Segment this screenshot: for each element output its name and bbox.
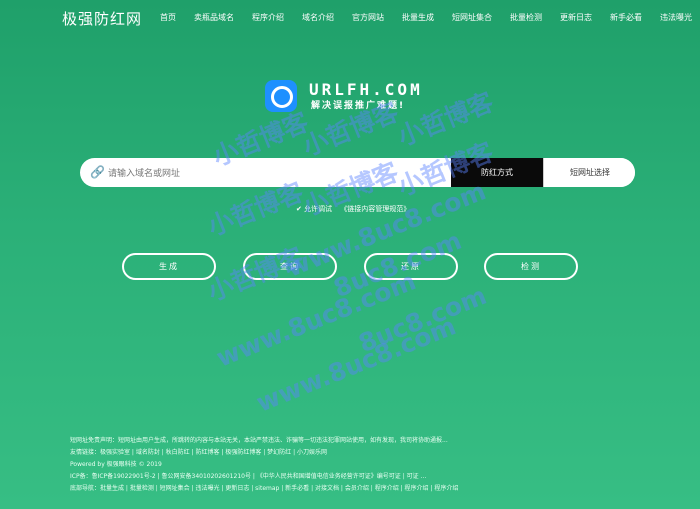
main-nav: 首页 卖瓶品域名 程序介绍 域名介绍 官方网站 批量生成 短网址集合 批量检测 … (160, 12, 700, 23)
content-policy-link[interactable]: 《链接内容管理规范》 (340, 205, 410, 213)
nav-item-domain-intro[interactable]: 域名介绍 (302, 12, 334, 23)
nav-item-newbie[interactable]: 新手必看 (610, 12, 642, 23)
debug-checkbox-label: 允许调试 (304, 205, 332, 213)
generate-button[interactable]: 生成 (122, 253, 216, 280)
restore-button[interactable]: 还原 (364, 253, 458, 280)
logo-subtitle: 解决误报推广难题! (311, 101, 406, 111)
nav-item-batch-detect[interactable]: 批量检测 (510, 12, 542, 23)
query-button[interactable]: 查询 (243, 253, 337, 280)
footer-friend-links[interactable]: 友情链接：极强实验室 | 域名防封 | 秋白防红 | 防红博客 | 极强防红博客… (70, 447, 680, 459)
check-icon: ✔ (296, 205, 302, 213)
site-brand[interactable]: 极强防红网 (62, 8, 142, 29)
url-input[interactable] (106, 162, 440, 185)
watermark-text: www.8uc8.com (252, 311, 460, 418)
footer-icp[interactable]: ICP备：鲁ICP备19022901号-2 | 鲁公网安备34010202601… (70, 471, 680, 483)
options-row: ✔ 允许调试 《链接内容管理规范》 (296, 204, 410, 214)
watermark-text: 8uc8.com (354, 280, 491, 359)
nav-item-changelog[interactable]: 更新日志 (560, 12, 592, 23)
nav-item-batch-generate[interactable]: 批量生成 (402, 12, 434, 23)
footer: 短网址免责声明：短网址由用户生成，所跳转的内容与本站无关，本站严禁违法、诈骗等一… (70, 435, 680, 495)
footer-powered-by: Powered by 极强眼科技 © 2019 (70, 461, 162, 468)
url-search-bar: 🔗 防红方式 短网址选择 (80, 158, 635, 187)
link-icon: 🔗 (90, 165, 105, 179)
nav-item-program-intro[interactable]: 程序介绍 (252, 12, 284, 23)
nav-item-exposure[interactable]: 违法曝光 (660, 12, 692, 23)
nav-item-official-site[interactable]: 官方网站 (352, 12, 384, 23)
logo-icon (265, 80, 297, 112)
watermark-text: www.8uc8.com (212, 266, 420, 373)
anti-red-mode-select[interactable]: 防红方式 (451, 158, 543, 187)
top-nav-bar: 极强防红网 首页 卖瓶品域名 程序介绍 域名介绍 官方网站 批量生成 短网址集合… (0, 0, 700, 36)
detect-button[interactable]: 检测 (484, 253, 578, 280)
nav-item-domains[interactable]: 卖瓶品域名 (194, 12, 234, 23)
debug-checkbox[interactable]: ✔ 允许调试 (296, 204, 332, 214)
nav-item-home[interactable]: 首页 (160, 12, 176, 23)
logo-title: URLFH.COM (309, 80, 423, 99)
footer-bottom-nav[interactable]: 底部导航：批量生成 | 批量检测 | 短网址集合 | 违法曝光 | 更新日志 |… (70, 483, 680, 495)
short-url-select[interactable]: 短网址选择 (543, 158, 635, 187)
footer-disclaimer: 短网址免责声明：短网址由用户生成，所跳转的内容与本站无关，本站严禁违法、诈骗等一… (70, 437, 448, 444)
nav-item-short-url[interactable]: 短网址集合 (452, 12, 492, 23)
